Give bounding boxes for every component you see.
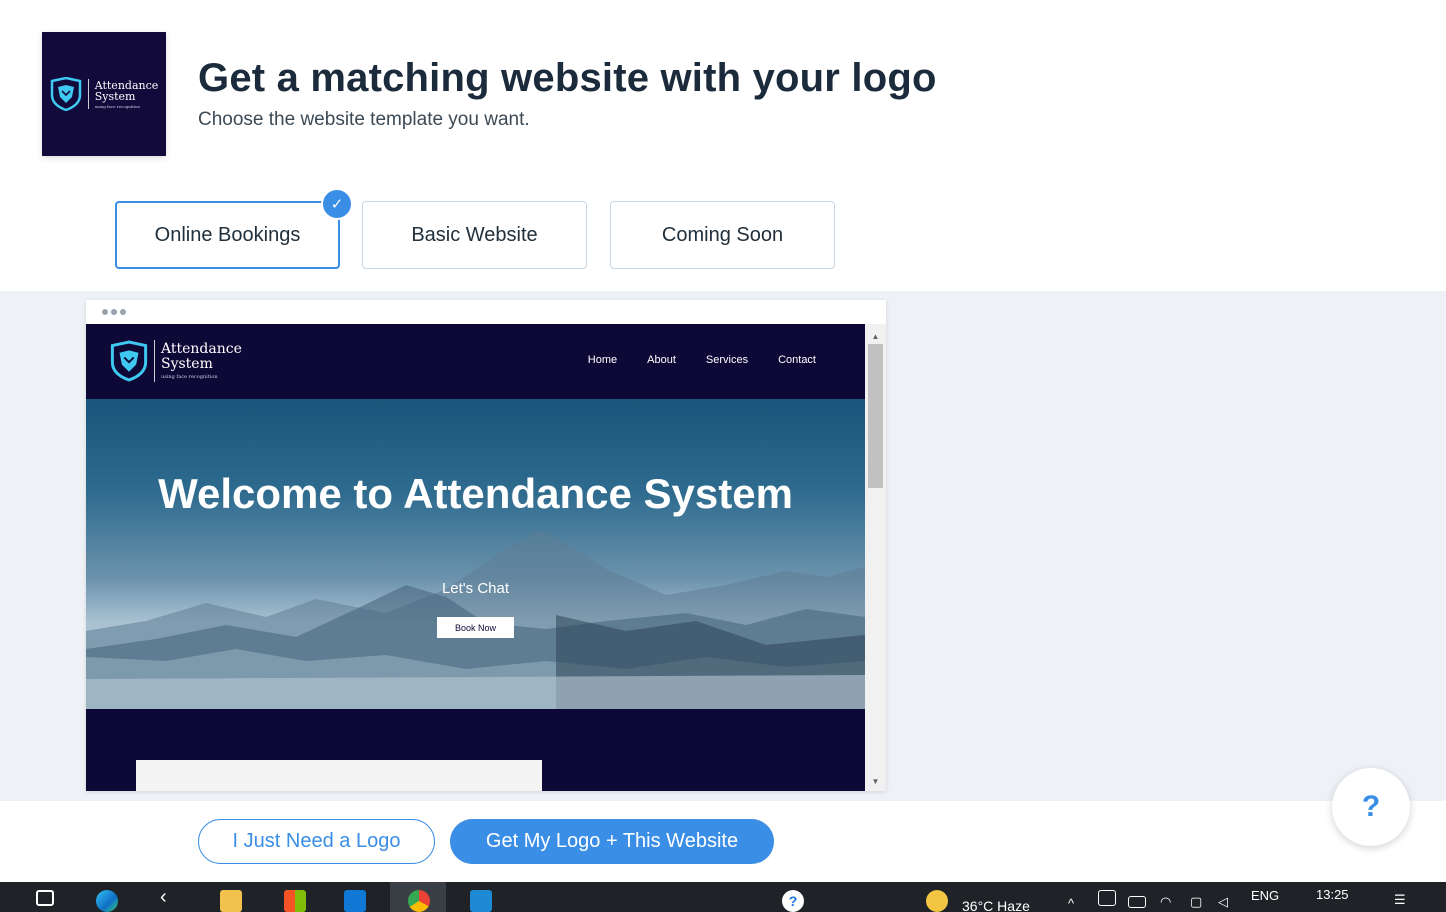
file-explorer-icon[interactable] — [220, 890, 242, 912]
help-app-icon[interactable]: ? — [782, 890, 804, 912]
network-icon[interactable] — [1098, 890, 1116, 906]
site-name-line2: System — [161, 356, 213, 372]
site-header: Attendance System using face recognition… — [86, 324, 865, 399]
logo-brand-text: Attendance System using face recognition — [95, 80, 159, 109]
browser-bar — [86, 300, 886, 324]
mountain-landscape-image — [86, 531, 865, 709]
tab-basic-website[interactable]: Basic Website — [362, 201, 587, 269]
scroll-up-arrow-icon[interactable]: ▲ — [865, 328, 886, 344]
page-title: Get a matching website with your logo — [198, 56, 937, 100]
brand-divider — [154, 340, 155, 382]
nav-home[interactable]: Home — [588, 354, 617, 366]
window-dot — [120, 309, 126, 315]
hero-title: Welcome to Attendance System — [158, 470, 793, 517]
logo-name-line1: Attendance — [94, 78, 159, 92]
mail-icon[interactable] — [344, 890, 366, 912]
meet-now-icon[interactable]: ▢ — [1190, 894, 1202, 910]
weather-icon[interactable] — [926, 890, 948, 912]
logo-and-website-button[interactable]: Get My Logo + This Website — [450, 819, 774, 864]
tab-coming-soon[interactable]: Coming Soon — [610, 201, 835, 269]
scroll-down-arrow-icon[interactable]: ▼ — [865, 773, 886, 789]
selected-check-icon: ✓ — [321, 188, 353, 220]
logo-tagline: using face recognition — [94, 103, 140, 109]
site-logo[interactable]: Attendance System using face recognition — [110, 340, 242, 382]
chevron-app-icon[interactable]: ‹ — [160, 886, 182, 908]
weather-text[interactable]: 36°C Haze — [962, 898, 1030, 912]
book-now-button[interactable]: Book Now — [437, 617, 514, 638]
nav-contact[interactable]: Contact — [778, 354, 816, 366]
website-preview-window: Attendance System using face recognition… — [86, 300, 886, 791]
vscode-icon[interactable] — [470, 890, 492, 912]
chrome-icon[interactable] — [408, 890, 430, 912]
logo-name-line2: System — [94, 89, 136, 103]
window-dot — [102, 309, 108, 315]
wifi-icon[interactable]: ◠ — [1160, 894, 1171, 910]
help-button[interactable]: ? — [1332, 768, 1410, 846]
content-card — [136, 760, 542, 791]
preview-scrollbar[interactable]: ▲ ▼ — [865, 324, 886, 791]
preview-viewport[interactable]: Attendance System using face recognition… — [86, 324, 865, 791]
edge-browser-icon[interactable] — [96, 890, 118, 912]
tab-online-bookings[interactable]: Online Bookings — [115, 201, 340, 269]
site-tagline: using face recognition — [161, 374, 218, 380]
windows-taskbar: ‹ ? 36°C Haze ^ ◠ ▢ ◁ ENG 13:25 ☰ — [0, 882, 1446, 912]
volume-icon[interactable]: ◁ — [1218, 894, 1228, 910]
site-nav-menu: Home About Services Contact — [588, 354, 816, 366]
store-icon[interactable] — [284, 890, 306, 912]
clock-time[interactable]: 13:25 — [1316, 887, 1349, 902]
site-name-line1: Attendance — [161, 341, 242, 357]
hero-section: Welcome to Attendance System Let's Chat … — [86, 399, 865, 709]
shield-lion-icon — [50, 77, 81, 111]
notifications-icon[interactable]: ☰ — [1394, 892, 1406, 908]
logo-preview-thumbnail: Attendance System using face recognition — [42, 32, 166, 156]
brand-divider — [87, 79, 89, 109]
shield-lion-icon — [110, 340, 148, 382]
window-dot — [111, 309, 117, 315]
battery-icon[interactable] — [1128, 896, 1146, 908]
language-indicator[interactable]: ENG — [1251, 888, 1279, 903]
nav-about[interactable]: About — [647, 354, 676, 366]
scroll-thumb[interactable] — [868, 344, 883, 488]
logo-maker-page: Attendance System using face recognition… — [0, 0, 1446, 912]
task-view-icon[interactable] — [36, 890, 54, 906]
logo-only-button[interactable]: I Just Need a Logo — [198, 819, 435, 864]
tray-chevron-icon[interactable]: ^ — [1068, 896, 1074, 911]
site-brand-text: Attendance System using face recognition — [161, 342, 242, 380]
page-subtitle: Choose the website template you want. — [198, 109, 530, 130]
nav-services[interactable]: Services — [706, 354, 748, 366]
hero-subtitle: Let's Chat — [441, 580, 510, 597]
